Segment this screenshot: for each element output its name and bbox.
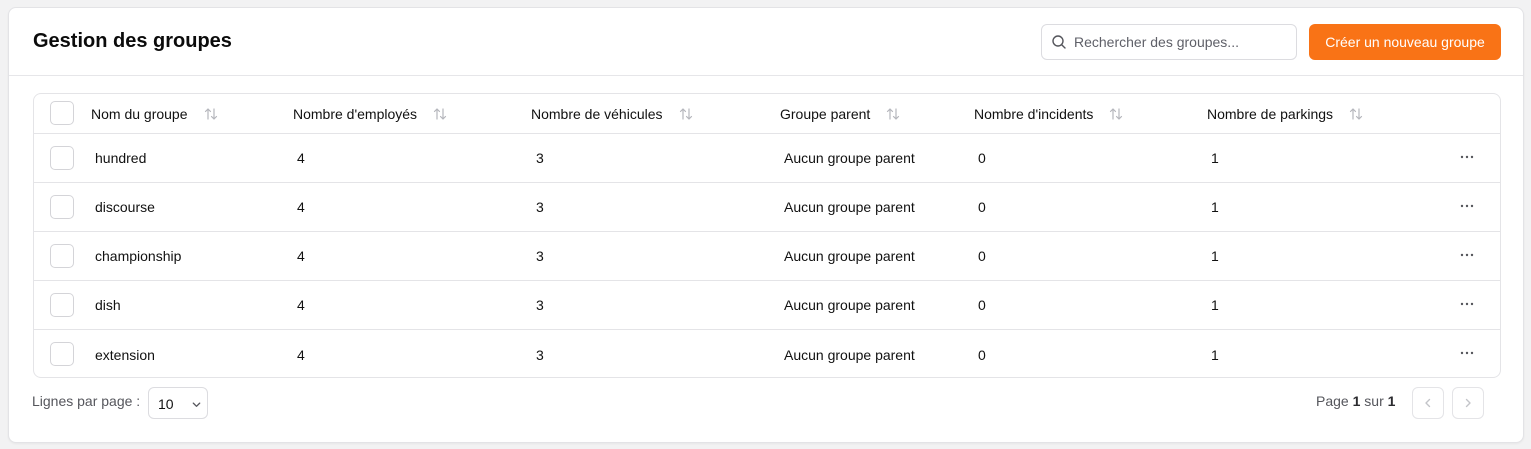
cell-vehicles: 3 [536,346,544,363]
total-pages: 1 [1387,393,1396,409]
row-actions-button[interactable] [1454,245,1480,265]
column-header-parkings[interactable]: Nombre de parkings [1207,94,1363,133]
column-header-name[interactable]: Nom du groupe [91,94,218,133]
chevron-down-icon [192,402,201,407]
more-horizontal-icon [1460,253,1474,257]
column-header-incidents[interactable]: Nombre d'incidents [974,94,1123,133]
search-icon [1052,35,1066,49]
rows-per-page-label: Lignes par page : [32,393,141,409]
sort-icon[interactable] [204,107,218,121]
cell-incidents: 0 [978,199,986,215]
cell-parent: Aucun groupe parent [784,150,915,166]
column-label: Groupe parent [780,105,871,122]
page-prefix: Page [1316,393,1349,409]
more-horizontal-icon [1460,351,1474,355]
cell-name: dish [95,297,121,313]
select-all-checkbox[interactable] [50,101,74,125]
row-actions-button[interactable] [1454,294,1480,314]
cell-parkings: 1 [1211,346,1219,363]
row-actions-button[interactable] [1454,147,1480,167]
cell-name: hundred [95,150,147,166]
chevron-right-icon [1465,398,1471,408]
search-box[interactable] [1041,24,1297,60]
page-indicator: Page 1 sur 1 [1316,393,1395,409]
current-page: 1 [1352,393,1361,409]
sort-icon[interactable] [886,107,900,121]
rows-per-page-select[interactable]: 10 [148,387,208,419]
card-header: Gestion des groupes Créer un nouveau gro… [9,8,1523,76]
column-label: Nombre d'incidents [974,105,1094,122]
column-header-vehicles[interactable]: Nombre de véhicules [531,94,693,133]
cell-name: extension [95,346,155,363]
cell-parkings: 1 [1211,297,1219,313]
chevron-left-icon [1425,398,1431,408]
cell-vehicles: 3 [536,150,544,166]
table-header-row: Nom du groupe Nombre d'employés Nombre d… [34,94,1500,134]
cell-employees: 4 [297,248,305,264]
page-title: Gestion des groupes [33,30,232,52]
cell-parkings: 1 [1211,199,1219,215]
cell-incidents: 0 [978,248,986,264]
groups-card: Gestion des groupes Créer un nouveau gro… [8,7,1524,443]
row-actions-button[interactable] [1454,343,1480,363]
more-horizontal-icon [1460,204,1474,208]
cell-parkings: 1 [1211,150,1219,166]
column-label: Nombre de parkings [1207,105,1334,122]
row-checkbox[interactable] [50,342,74,366]
column-header-employees[interactable]: Nombre d'employés [293,94,447,133]
page-separator: sur [1364,393,1384,409]
cell-employees: 4 [297,297,305,313]
column-label: Nombre de véhicules [531,105,663,122]
row-checkbox[interactable] [50,244,74,268]
cell-employees: 4 [297,346,305,363]
table-row[interactable]: dish 4 3 Aucun groupe parent 0 1 [34,281,1500,330]
table-row[interactable]: championship 4 3 Aucun groupe parent 0 1 [34,232,1500,281]
groups-table: Nom du groupe Nombre d'employés Nombre d… [33,93,1501,378]
table-row[interactable]: extension 4 3 Aucun groupe parent 0 1 [34,330,1500,377]
sort-icon[interactable] [1109,107,1123,121]
row-actions-button[interactable] [1454,196,1480,216]
cell-parent: Aucun groupe parent [784,199,915,215]
previous-page-button[interactable] [1412,387,1444,419]
rows-per-page-value: 10 [158,396,174,412]
sort-icon[interactable] [1349,107,1363,121]
cell-parent: Aucun groupe parent [784,248,915,264]
row-checkbox[interactable] [50,195,74,219]
table-row[interactable]: discourse 4 3 Aucun groupe parent 0 1 [34,183,1500,232]
more-horizontal-icon [1460,302,1474,306]
cell-employees: 4 [297,199,305,215]
cell-incidents: 0 [978,297,986,313]
column-header-parent[interactable]: Groupe parent [780,94,900,133]
create-group-button[interactable]: Créer un nouveau groupe [1309,24,1501,60]
cell-incidents: 0 [978,150,986,166]
row-checkbox[interactable] [50,146,74,170]
column-label: Nom du groupe [91,105,188,122]
search-input[interactable] [1074,25,1292,59]
cell-name: discourse [95,199,155,215]
cell-vehicles: 3 [536,248,544,264]
cell-parent: Aucun groupe parent [784,297,915,313]
cell-vehicles: 3 [536,199,544,215]
sort-icon[interactable] [679,107,693,121]
table-row[interactable]: hundred 4 3 Aucun groupe parent 0 1 [34,134,1500,183]
more-horizontal-icon [1460,155,1474,159]
column-label: Nombre d'employés [293,105,418,122]
sort-icon[interactable] [433,107,447,121]
cell-parkings: 1 [1211,248,1219,264]
cell-vehicles: 3 [536,297,544,313]
cell-incidents: 0 [978,346,986,363]
row-checkbox[interactable] [50,293,74,317]
cell-parent: Aucun groupe parent [784,346,915,363]
cell-employees: 4 [297,150,305,166]
next-page-button[interactable] [1452,387,1484,419]
cell-name: championship [95,248,182,264]
